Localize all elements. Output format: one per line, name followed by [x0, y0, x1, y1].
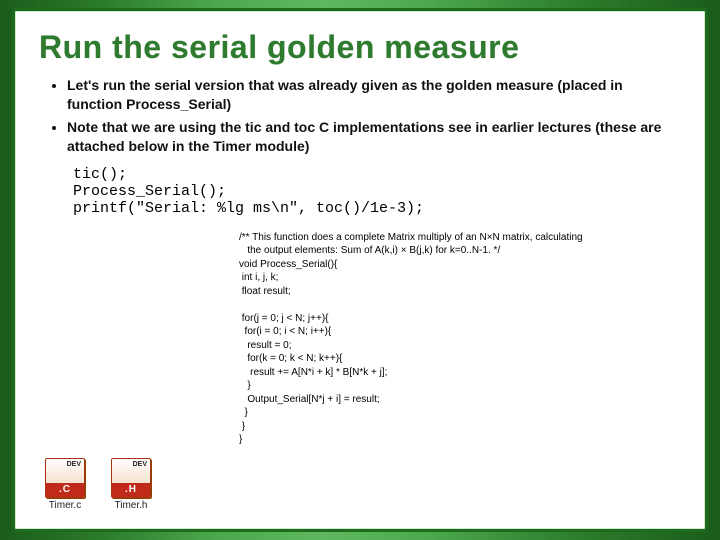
bullet-item: Let's run the serial version that was al…	[67, 76, 681, 114]
slide-frame: Run the serial golden measure Let's run …	[12, 8, 708, 532]
code-snippet-main: tic(); Process_Serial(); printf("Serial:…	[55, 166, 681, 217]
file-icon-ext: .C	[46, 483, 84, 497]
h-file-icon: DEV .H	[111, 458, 151, 498]
file-item-timer-c[interactable]: DEV .C Timer.c	[41, 458, 89, 511]
file-icon-brand: DEV	[46, 459, 84, 468]
bullet-item: Note that we are using the tic and toc C…	[67, 118, 681, 156]
file-label: Timer.h	[115, 500, 148, 511]
bullet-list: Let's run the serial version that was al…	[49, 76, 681, 156]
code-snippet-function: /** This function does a complete Matrix…	[239, 231, 681, 447]
file-icon-brand: DEV	[112, 459, 150, 468]
file-label: Timer.c	[49, 500, 81, 511]
file-item-timer-h[interactable]: DEV .H Timer.h	[107, 458, 155, 511]
slide-title: Run the serial golden measure	[39, 29, 681, 66]
file-icons-row: DEV .C Timer.c DEV .H Timer.h	[41, 458, 155, 511]
slide-content: Run the serial golden measure Let's run …	[15, 11, 705, 529]
c-file-icon: DEV .C	[45, 458, 85, 498]
file-icon-ext: .H	[112, 483, 150, 497]
